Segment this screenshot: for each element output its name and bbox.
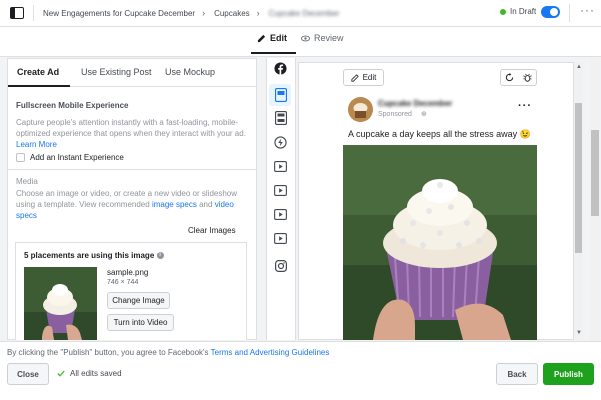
tab-review-label: Review — [314, 33, 344, 43]
page-avatar[interactable] — [348, 97, 373, 122]
tab-edit[interactable]: Edit — [257, 33, 287, 43]
info-icon[interactable]: i — [156, 252, 164, 260]
breadcrumb-adset[interactable]: Cupcakes — [214, 9, 250, 18]
instant-experience-label: Add an Instant Experience — [30, 153, 124, 162]
status-dot-icon — [500, 8, 506, 15]
sponsored-label: Sponsored — [378, 111, 412, 118]
media-dimensions: 746 × 744 — [107, 279, 139, 286]
sidebar-toggle-icon[interactable] — [10, 7, 24, 19]
more-options-icon[interactable]: ··· — [580, 3, 595, 17]
status-badge: In Draft — [500, 7, 536, 16]
fullscreen-title: Fullscreen Mobile Experience — [16, 101, 129, 110]
media-thumbnail[interactable] — [24, 267, 97, 340]
instant-experience-checkbox[interactable] — [16, 153, 25, 162]
tab-use-mockup[interactable]: Use Mockup — [165, 67, 215, 77]
divider — [33, 5, 34, 21]
cupcake-photo — [343, 145, 537, 340]
placements-info: 5 placements are using this image i — [24, 251, 164, 260]
tab-review[interactable]: Review — [301, 33, 344, 43]
and-text: and — [199, 200, 213, 209]
change-image-button[interactable]: Change Image — [107, 292, 170, 309]
divider — [569, 4, 570, 22]
save-status-text: All edits saved — [70, 369, 122, 378]
preview-scrollbar-thumb[interactable] — [575, 103, 582, 253]
instagram-icon[interactable] — [274, 259, 287, 272]
media-title: Media — [16, 177, 38, 186]
breadcrumb-ad[interactable]: Cupcake December — [269, 9, 340, 18]
globe-icon: ⊕ — [421, 111, 427, 118]
cupcake-thumbnail-image — [24, 267, 97, 340]
media-filename: sample.png — [107, 268, 149, 277]
page-scrollbar-thumb[interactable] — [591, 130, 599, 216]
chevron-right-icon: › — [202, 8, 206, 18]
draft-toggle[interactable] — [541, 6, 560, 18]
video-placement-icon[interactable] — [274, 184, 287, 197]
video-placement-icon[interactable] — [274, 160, 287, 173]
learn-more-link[interactable]: Learn More — [16, 140, 57, 149]
creative-subtabs: Create Ad Use Existing Post Use Mockup — [8, 59, 256, 87]
active-tab-indicator — [251, 52, 296, 54]
preview-tools — [500, 69, 537, 86]
post-more-icon[interactable]: ··· — [518, 100, 532, 112]
status-label: In Draft — [510, 7, 537, 16]
pencil-icon — [257, 34, 266, 42]
media-description: Choose an image or video, or create a ne… — [16, 188, 242, 221]
clear-images-link[interactable]: Clear Images — [188, 226, 236, 235]
back-button[interactable]: Back — [496, 363, 538, 385]
mode-tabs: Edit Review — [0, 27, 601, 57]
terms-link[interactable]: Terms and Advertising Guidelines — [211, 348, 330, 357]
story-placement-icon[interactable] — [274, 110, 287, 125]
image-specs-link[interactable]: image specs — [152, 200, 197, 209]
fullscreen-description-text: Capture people's attention instantly wit… — [16, 118, 246, 138]
tab-create-ad[interactable]: Create Ad — [17, 67, 59, 77]
fullscreen-description: Capture people's attention instantly wit… — [16, 117, 246, 150]
close-button[interactable]: Close — [7, 363, 49, 385]
instant-articles-icon[interactable] — [274, 136, 287, 149]
chevron-right-icon: › — [256, 8, 260, 18]
breadcrumb-campaign[interactable]: New Engagements for Cupcake December — [43, 9, 195, 18]
video-placement-icon[interactable] — [274, 208, 287, 221]
refresh-icon[interactable] — [505, 73, 514, 82]
check-icon — [57, 370, 65, 377]
video-placement-icon[interactable] — [274, 232, 287, 245]
facebook-icon[interactable] — [274, 62, 287, 75]
divider — [8, 169, 256, 170]
post-caption: A cupcake a day keeps all the stress awa… — [348, 129, 531, 139]
bug-icon[interactable] — [522, 73, 532, 82]
tab-use-existing-post[interactable]: Use Existing Post — [81, 67, 152, 77]
placements-text: 5 placements are using this image — [24, 251, 155, 260]
tab-edit-label: Edit — [270, 33, 287, 43]
publish-button[interactable]: Publish — [543, 363, 594, 385]
feed-placement-icon[interactable] — [274, 87, 287, 102]
legal-notice: By clicking the "Publish" button, you ag… — [7, 348, 329, 357]
eye-icon — [301, 35, 310, 41]
legal-text: By clicking the "Publish" button, you ag… — [7, 348, 209, 357]
page-name[interactable]: Cupcake December — [378, 99, 452, 108]
scroll-up-icon[interactable]: ▲ — [576, 64, 582, 70]
scroll-down-icon[interactable]: ▼ — [576, 330, 582, 336]
pencil-icon — [350, 73, 359, 82]
active-subtab-indicator — [8, 85, 70, 87]
preview-edit-label: Edit — [362, 73, 377, 82]
preview-edit-button[interactable]: Edit — [343, 69, 384, 86]
ad-image[interactable] — [343, 145, 537, 340]
save-status: All edits saved — [57, 369, 122, 378]
turn-into-video-button[interactable]: Turn into Video — [107, 314, 174, 331]
